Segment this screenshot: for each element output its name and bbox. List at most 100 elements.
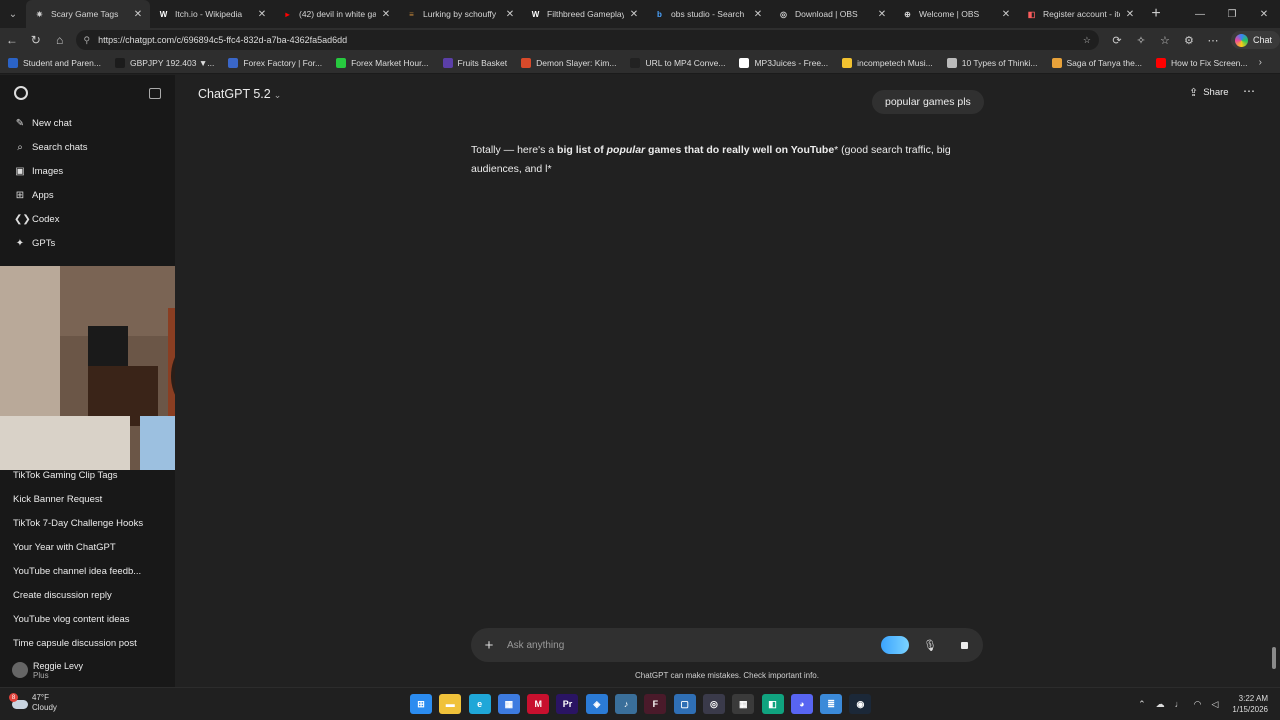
capcut-icon[interactable]: ◧ <box>761 694 784 714</box>
openai-logo-icon[interactable] <box>14 86 28 100</box>
bing-icon: b <box>657 9 662 19</box>
favorite-star-icon[interactable]: ☆ <box>1083 35 1091 46</box>
apps-icon[interactable] <box>881 636 910 654</box>
scrollbar[interactable] <box>1272 647 1276 669</box>
microphone-icon[interactable]: 🎙 <box>923 639 937 652</box>
share-button[interactable]: ⇪ Share <box>1189 86 1229 99</box>
close-tab-icon[interactable]: ✕ <box>1000 9 1012 20</box>
user-profile[interactable]: Reggie Levy Plus <box>0 653 175 687</box>
sidebar-item-search-chats[interactable]: ⌕ Search chats <box>0 135 175 159</box>
bookmark-item[interactable]: How to Fix Screen... <box>1155 57 1248 68</box>
back-icon[interactable]: ← <box>0 33 24 47</box>
bookmark-item[interactable]: Demon Slayer: Kim... <box>521 57 616 68</box>
weather-widget[interactable]: 8 47°F Cloudy <box>9 693 57 713</box>
browser-tab[interactable]: W Itch.io - Wikipedia ✕ <box>150 0 274 28</box>
close-tab-icon[interactable]: ✕ <box>504 9 516 20</box>
browser-tab[interactable]: ◧ Register account - itch.io ✕ <box>1018 0 1142 28</box>
sidebar-item-gpts[interactable]: ✦ GPTs <box>0 231 175 255</box>
bookmark-item[interactable]: Forex Market Hour... <box>336 57 429 68</box>
bookmark-item[interactable]: 10 Types of Thinki... <box>946 57 1038 68</box>
chat-history-item[interactable]: YouTube vlog content ideas <box>0 607 175 631</box>
close-tab-icon[interactable]: ✕ <box>876 9 888 20</box>
profile-icon[interactable]: ⚙ <box>1177 34 1201 47</box>
close-tab-icon[interactable]: ✕ <box>628 9 640 20</box>
browser-tab[interactable]: ≡ Lurking by schouffy ✕ <box>398 0 522 28</box>
tab-title: Filthbreed Gameplay - F <box>547 9 624 19</box>
settings-more-icon[interactable]: ⋯ <box>1201 34 1225 47</box>
more-options-icon[interactable]: ⋯ <box>1243 84 1255 98</box>
bookmark-item[interactable]: Student and Paren... <box>8 57 101 68</box>
app-window-icon[interactable]: ▢ <box>673 694 696 714</box>
chat-history-item[interactable]: TikTok 7-Day Challenge Hooks <box>0 511 175 535</box>
steam-icon[interactable]: ◉ <box>849 694 872 714</box>
chat-history-item[interactable]: Kick Banner Request <box>0 487 175 511</box>
app-teal-icon[interactable]: ♪ <box>615 694 638 714</box>
tabs-container: ✷ Scary Game Tags ✕ W Itch.io - Wikipedia ✕ ▸ (… <box>26 0 1142 28</box>
browser-tab[interactable]: ⊕ Welcome | OBS ✕ <box>894 0 1018 28</box>
premiere-icon[interactable]: Pr <box>556 694 579 714</box>
clock[interactable]: 3:22 AM 1/15/2026 <box>1232 693 1268 715</box>
site-info-icon[interactable]: ⚲ <box>84 35 91 46</box>
obs-icon[interactable]: ◎ <box>702 694 725 714</box>
sidebar-item-new-chat[interactable]: ✎ New chat <box>0 111 175 135</box>
close-tab-icon[interactable]: ✕ <box>752 9 764 20</box>
mic-tray-icon[interactable]: ♩ <box>1175 699 1184 709</box>
add-attachment-icon[interactable]: + <box>471 637 507 654</box>
sidebar-item-images[interactable]: ▣ Images <box>0 159 175 183</box>
favorites-icon[interactable]: ☆ <box>1153 34 1177 47</box>
app-red-f-icon[interactable]: F <box>644 694 667 714</box>
browser-tab[interactable]: W Filthbreed Gameplay - F ✕ <box>522 0 646 28</box>
url-field[interactable]: ⚲ https://chatgpt.com/c/696894c5-ffc4-83… <box>75 30 1099 50</box>
close-tab-icon[interactable]: ✕ <box>256 9 268 20</box>
close-tab-icon[interactable]: ✕ <box>1124 9 1136 20</box>
extensions-puzzle-icon[interactable]: ✧ <box>1129 34 1153 47</box>
refresh-icon[interactable]: ↻ <box>24 33 48 47</box>
chat-history-item[interactable]: YouTube channel idea feedb... <box>0 559 175 583</box>
file-explorer-icon[interactable]: ▬ <box>439 694 462 714</box>
new-tab-button[interactable]: + <box>1142 5 1170 23</box>
browser-tab[interactable]: ▸ (42) devil in white game ✕ <box>274 0 398 28</box>
close-tab-icon[interactable]: ✕ <box>380 9 392 20</box>
bookmark-item[interactable]: GBPJPY 192.403 ▼... <box>114 57 214 68</box>
restore-icon[interactable]: ❐ <box>1216 0 1248 28</box>
show-hidden-icons-icon[interactable]: ⌃ <box>1138 699 1146 710</box>
sidebar-item-apps[interactable]: ⊞ Apps <box>0 183 175 207</box>
bookmark-item[interactable]: Forex Factory | For... <box>228 57 322 68</box>
browser-tab[interactable]: ✷ Scary Game Tags ✕ <box>26 0 150 28</box>
wifi-icon[interactable]: ◠ <box>1194 699 1202 710</box>
prompt-input[interactable]: Ask anything <box>507 640 881 651</box>
bookmark-item[interactable]: incompetech Musi... <box>842 57 933 68</box>
notepad-icon[interactable]: ≣ <box>820 694 843 714</box>
sidebar-toggle-icon[interactable] <box>149 87 161 99</box>
bookmarks-more-icon[interactable]: › <box>1259 57 1262 68</box>
close-window-icon[interactable]: ✕ <box>1248 0 1280 28</box>
app-blue-icon[interactable]: ◈ <box>585 694 608 714</box>
volume-icon[interactable]: ◁ <box>1211 699 1218 710</box>
minimize-icon[interactable]: — <box>1184 0 1216 28</box>
chat-history-item[interactable]: Your Year with ChatGPT <box>0 535 175 559</box>
store-icon[interactable]: ▦ <box>497 694 520 714</box>
edge-icon[interactable]: e <box>468 694 491 714</box>
sync-icon[interactable]: ☁ <box>1156 699 1165 710</box>
tab-actions-chevron-icon[interactable]: ⌄ <box>0 0 26 28</box>
extension-icon[interactable]: ⟳ <box>1105 34 1129 47</box>
close-tab-icon[interactable]: ✕ <box>132 9 144 20</box>
bookmark-item[interactable]: MP3Juices - Free... <box>739 57 828 68</box>
chat-history-item[interactable]: Time capsule discussion post <box>0 631 175 655</box>
bookmark-item[interactable]: Fruits Basket <box>442 57 507 68</box>
windows-start-icon[interactable]: ⊞ <box>410 694 432 714</box>
chat-history-item[interactable]: Create discussion reply <box>0 583 175 607</box>
sidebar-item-codex[interactable]: ❮❯ Codex <box>0 207 175 231</box>
bookmark-item[interactable]: Saga of Tanya the... <box>1051 57 1142 68</box>
taskbar-apps: ⊞ ▬ e ▦ M Pr ◈ ♪ F ▢ ◎ ▦ ◧ ◕ ≣ ◉ <box>410 694 879 714</box>
stop-button[interactable] <box>955 636 973 654</box>
home-icon[interactable]: ⌂ <box>48 33 72 47</box>
browser-tab[interactable]: b obs studio - Search ✕ <box>646 0 770 28</box>
browser-tab[interactable]: ◎ Download | OBS ✕ <box>770 0 894 28</box>
mcafee-icon[interactable]: M <box>527 694 550 714</box>
copilot-chat-button[interactable]: Chat <box>1230 31 1280 49</box>
discord-icon[interactable]: ◕ <box>790 694 813 714</box>
model-selector[interactable]: ChatGPT 5.2 ⌄ <box>198 87 281 101</box>
bookmark-item[interactable]: URL to MP4 Conve... <box>630 57 725 68</box>
calculator-icon[interactable]: ▦ <box>732 694 755 714</box>
